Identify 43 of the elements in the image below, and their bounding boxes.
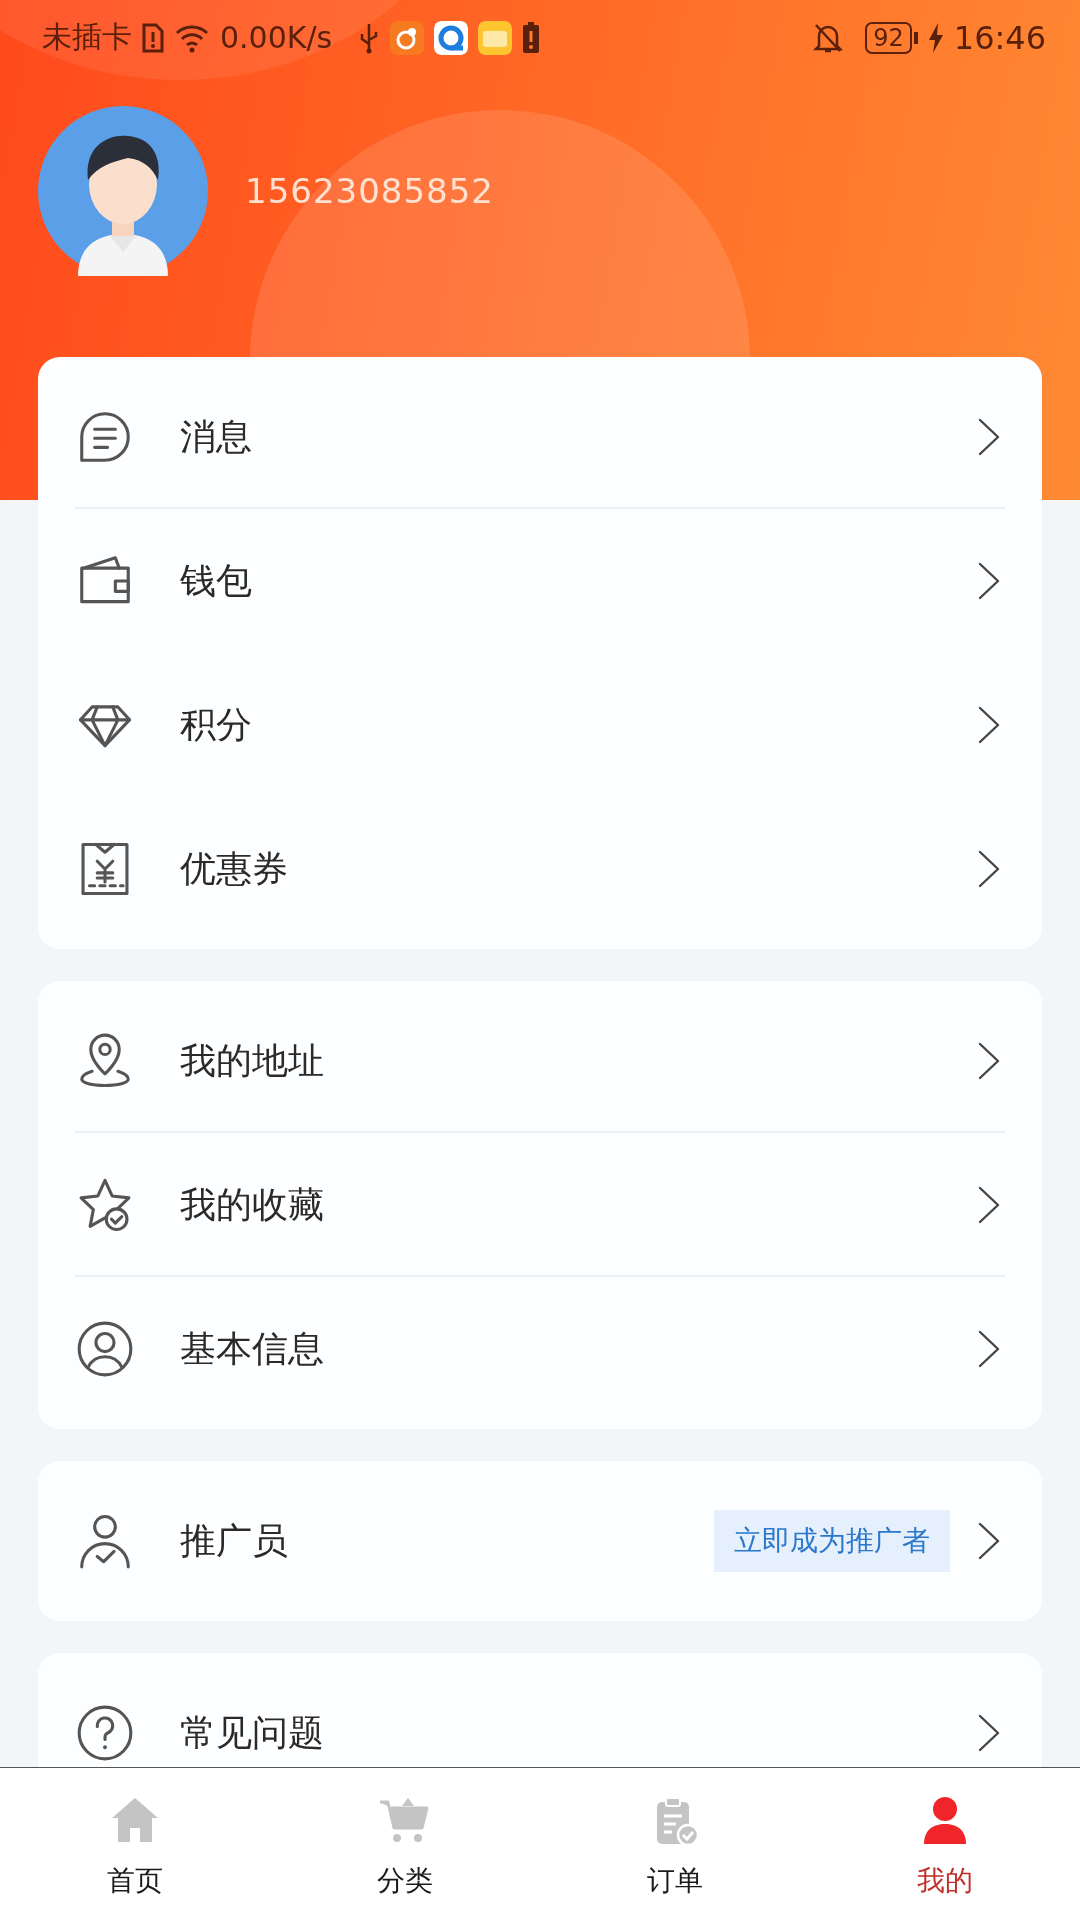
menu-row[interactable]: 积分 — [38, 653, 1042, 797]
promoter-tag[interactable]: 立即成为推广者 — [714, 1510, 950, 1572]
nav-tab[interactable]: 首页 — [0, 1768, 270, 1920]
menu-label: 常见问题 — [180, 1710, 325, 1755]
menu-row[interactable]: 钱包 — [38, 509, 1042, 653]
menu-label: 钱包 — [180, 558, 253, 603]
chevron-right-icon — [976, 561, 1002, 601]
nav-tab[interactable]: 我的 — [810, 1768, 1080, 1920]
nav-tab[interactable]: 订单 — [540, 1768, 810, 1920]
menu-row[interactable]: 基本信息 — [38, 1277, 1042, 1421]
menu-label: 优惠券 — [180, 846, 289, 891]
network-speed-text: 0.00K/s — [220, 20, 333, 55]
menu-label: 基本信息 — [180, 1326, 325, 1371]
menu-row[interactable]: 我的收藏 — [38, 1133, 1042, 1277]
carrier-text: 未插卡 — [42, 18, 132, 56]
chevron-right-icon — [976, 1185, 1002, 1225]
nav-tab[interactable]: 分类 — [270, 1768, 540, 1920]
chevron-right-icon — [976, 705, 1002, 745]
menu-row[interactable]: 常见问题 — [38, 1661, 1042, 1767]
chevron-right-icon — [976, 1521, 1002, 1561]
menu-label: 我的收藏 — [180, 1182, 325, 1227]
app-icon — [390, 20, 425, 55]
menu-row[interactable]: 优惠券 — [38, 797, 1042, 941]
menu-label: 我的地址 — [180, 1038, 325, 1083]
menu-label: 消息 — [180, 414, 253, 459]
battery-alert-icon — [522, 21, 541, 54]
charging-icon — [927, 22, 944, 53]
chevron-right-icon — [976, 1329, 1002, 1369]
battery-indicator: 92 — [865, 21, 912, 54]
clock-time: 16:46 — [953, 18, 1046, 57]
menu-label: 推广员 — [180, 1518, 289, 1563]
chevron-right-icon — [976, 417, 1002, 457]
menu-row[interactable]: 推广员 立即成为推广者 — [38, 1469, 1042, 1613]
menu-row[interactable]: 我的地址 — [38, 989, 1042, 1133]
chevron-right-icon — [976, 849, 1002, 889]
menu-row[interactable]: 消息 — [38, 365, 1042, 509]
sim-alert-icon — [142, 22, 164, 53]
folder-icon — [478, 20, 513, 55]
avatar-icon — [38, 106, 208, 276]
app-icon — [434, 20, 469, 55]
chevron-right-icon — [976, 1041, 1002, 1081]
menu-label: 积分 — [180, 702, 253, 747]
chevron-right-icon — [976, 1713, 1002, 1753]
